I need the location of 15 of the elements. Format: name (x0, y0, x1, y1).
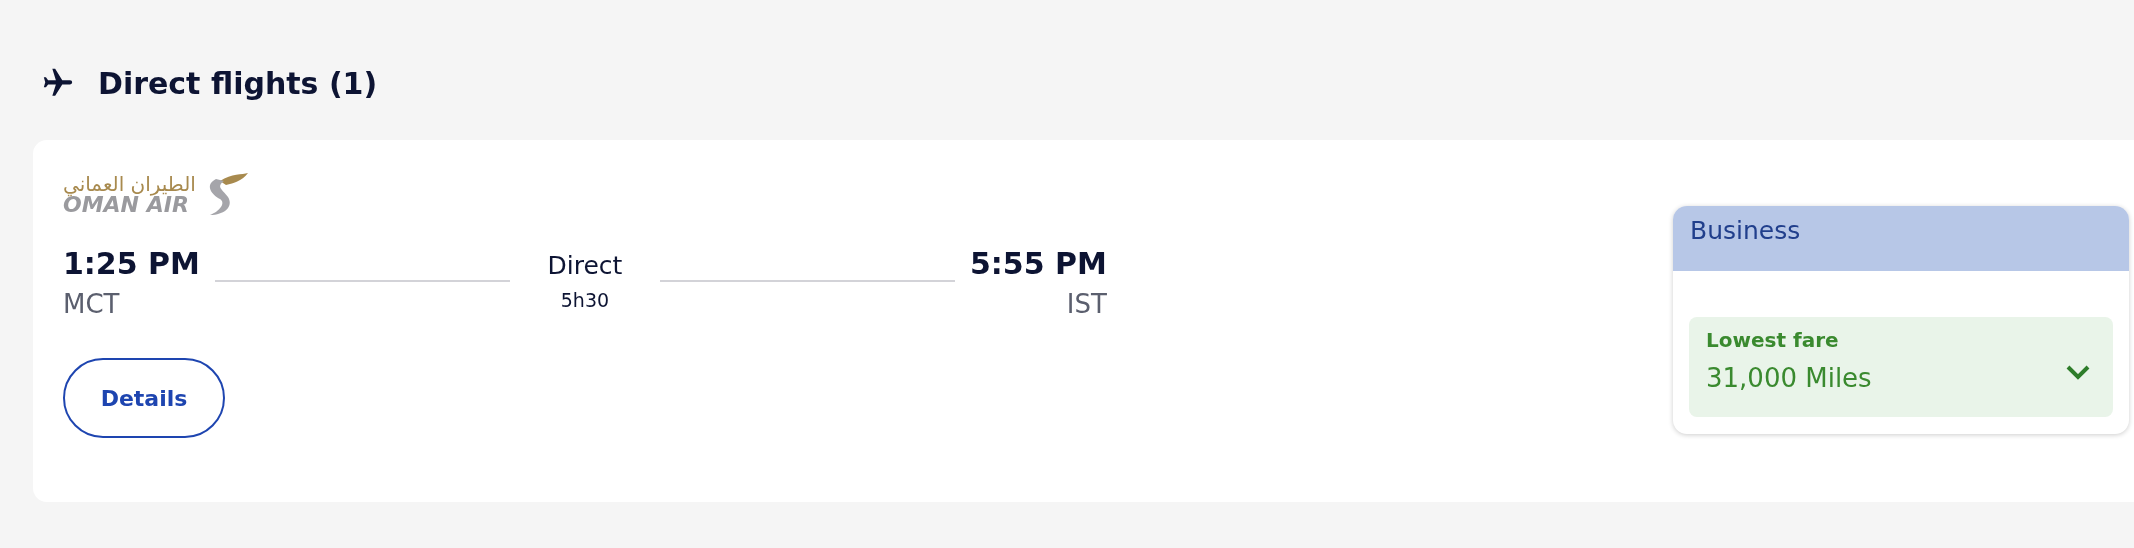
airline-name: OMAN AIR (63, 195, 189, 215)
flight-duration: 5h30 (560, 288, 610, 312)
departure-airport: MCT (63, 288, 121, 321)
airline-name-arabic: الطيران العماني (63, 173, 196, 195)
fare-label: Lowest fare (1706, 327, 1839, 354)
departure-time: 1:25 PM (63, 245, 200, 283)
section-title: Direct flights (1) (98, 65, 378, 101)
arrival-airport: IST (1066, 288, 1107, 321)
fare-price: 31,000 Miles (1706, 362, 1872, 395)
stops-label: Direct (547, 250, 623, 282)
cabin-header: Business (1673, 206, 2129, 271)
fare-option[interactable]: Lowest fare 31,000 Miles (1689, 317, 2113, 417)
details-button[interactable]: Details (63, 358, 225, 438)
arrival-time: 5:55 PM (969, 245, 1107, 283)
chevron-icon[interactable] (2065, 363, 2091, 381)
